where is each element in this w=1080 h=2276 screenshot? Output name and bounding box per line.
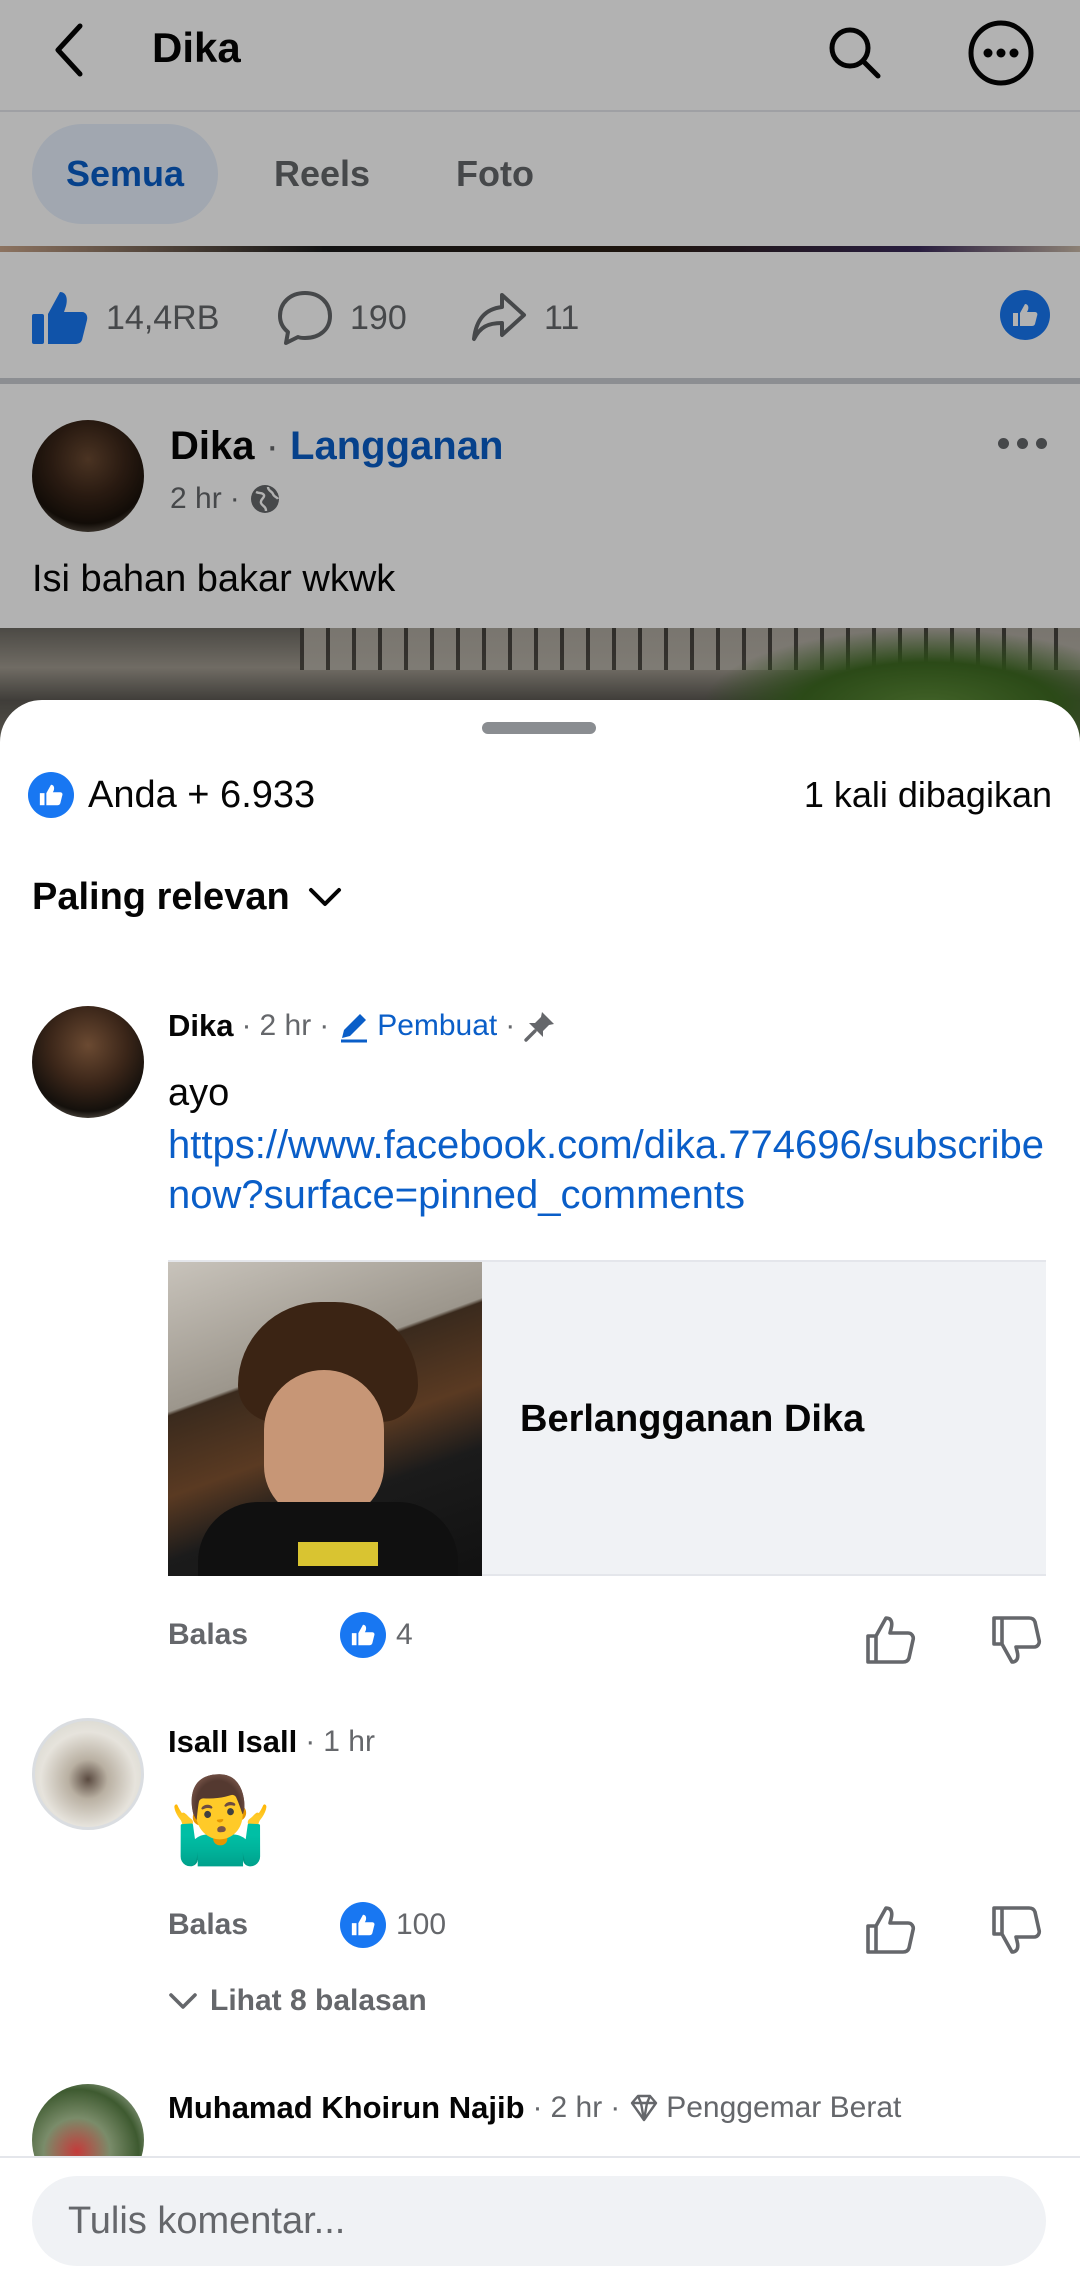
comment-likes[interactable]: 4 xyxy=(340,1612,413,1658)
background-page: Dika Semua Reels Foto 14,4RB 190 11 Dika… xyxy=(0,0,1080,760)
sort-label: Paling relevan xyxy=(32,876,290,918)
thumbs-up-icon xyxy=(351,1624,375,1646)
comment-like-count: 100 xyxy=(396,1908,447,1941)
comment-time: 2 hr xyxy=(550,2091,603,2124)
comment-time: 2 hr xyxy=(259,1009,312,1042)
reactions-row: Anda + 6.933 1 kali dibagikan xyxy=(28,760,1052,830)
comment-header: Dika · 2 hr · Pembuat · xyxy=(168,1008,557,1044)
link-preview-image xyxy=(168,1262,482,1576)
comment-header: Isall Isall · 1 hr xyxy=(168,1724,375,1760)
reaction-summary[interactable]: Anda + 6.933 xyxy=(88,774,315,817)
creator-badge: Pembuat xyxy=(337,1009,497,1043)
comment-like-count: 4 xyxy=(396,1618,413,1651)
reply-button[interactable]: Balas xyxy=(168,1618,248,1652)
comment-link[interactable]: https://www.facebook.com/dika.774696/sub… xyxy=(168,1120,1048,1220)
thumbs-up-outline-icon[interactable] xyxy=(862,1612,918,1668)
thumbs-down-outline-icon[interactable] xyxy=(988,1902,1044,1958)
comment-header: Muhamad Khoirun Najib · 2 hr · Penggemar… xyxy=(168,2090,902,2126)
comment-author[interactable]: Dika xyxy=(168,1008,233,1044)
comment-actions: Balas 4 xyxy=(168,1612,1048,1668)
thumbs-down-outline-icon[interactable] xyxy=(988,1612,1044,1668)
sort-dropdown[interactable]: Paling relevan xyxy=(32,876,342,919)
view-replies-label: Lihat 8 balasan xyxy=(210,1984,427,2017)
comment-input[interactable]: Tulis komentar... xyxy=(32,2176,1046,2266)
chevron-down-icon xyxy=(308,887,341,906)
like-reaction-icon xyxy=(28,772,74,818)
dim-overlay[interactable] xyxy=(0,0,1080,760)
creator-label: Pembuat xyxy=(377,1009,498,1042)
comment-actions: Balas 100 xyxy=(168,1902,1048,1958)
thumbs-up-outline-icon[interactable] xyxy=(862,1902,918,1958)
diamond-icon xyxy=(631,2094,658,2122)
comment-author[interactable]: Isall Isall xyxy=(168,1724,297,1760)
link-preview-title: Berlangganan Dika xyxy=(520,1398,865,1440)
comment-time: 1 hr xyxy=(323,1725,375,1758)
view-replies-button[interactable]: Lihat 8 balasan xyxy=(168,1984,427,2018)
thumbs-up-icon xyxy=(351,1914,375,1936)
reply-button[interactable]: Balas xyxy=(168,1908,248,1942)
chevron-down-icon xyxy=(169,1993,197,2009)
commenter-avatar[interactable] xyxy=(32,1718,144,1830)
fan-badge: Penggemar Berat xyxy=(628,2091,901,2125)
comment-composer: Tulis komentar... xyxy=(0,2156,1080,2276)
pencil-icon xyxy=(341,1014,368,1043)
pin-icon xyxy=(524,1012,555,1042)
comment-likes[interactable]: 100 xyxy=(340,1902,446,1948)
comment-emoji: 🤷‍♂️ xyxy=(168,1773,273,1867)
commenter-avatar[interactable] xyxy=(32,1006,144,1118)
like-reaction-icon xyxy=(340,1902,386,1948)
fan-label: Penggemar Berat xyxy=(666,2091,902,2124)
link-preview-card[interactable]: Berlangganan Dika xyxy=(168,1260,1046,1576)
comment-author[interactable]: Muhamad Khoirun Najib xyxy=(168,2090,525,2126)
drag-handle[interactable] xyxy=(482,722,596,734)
comments-sheet: Anda + 6.933 1 kali dibagikan Paling rel… xyxy=(0,700,1080,2276)
like-reaction-icon xyxy=(340,1612,386,1658)
thumbs-up-icon xyxy=(39,784,63,806)
comment-text: ayo xyxy=(168,1072,230,1114)
share-summary[interactable]: 1 kali dibagikan xyxy=(804,774,1052,816)
